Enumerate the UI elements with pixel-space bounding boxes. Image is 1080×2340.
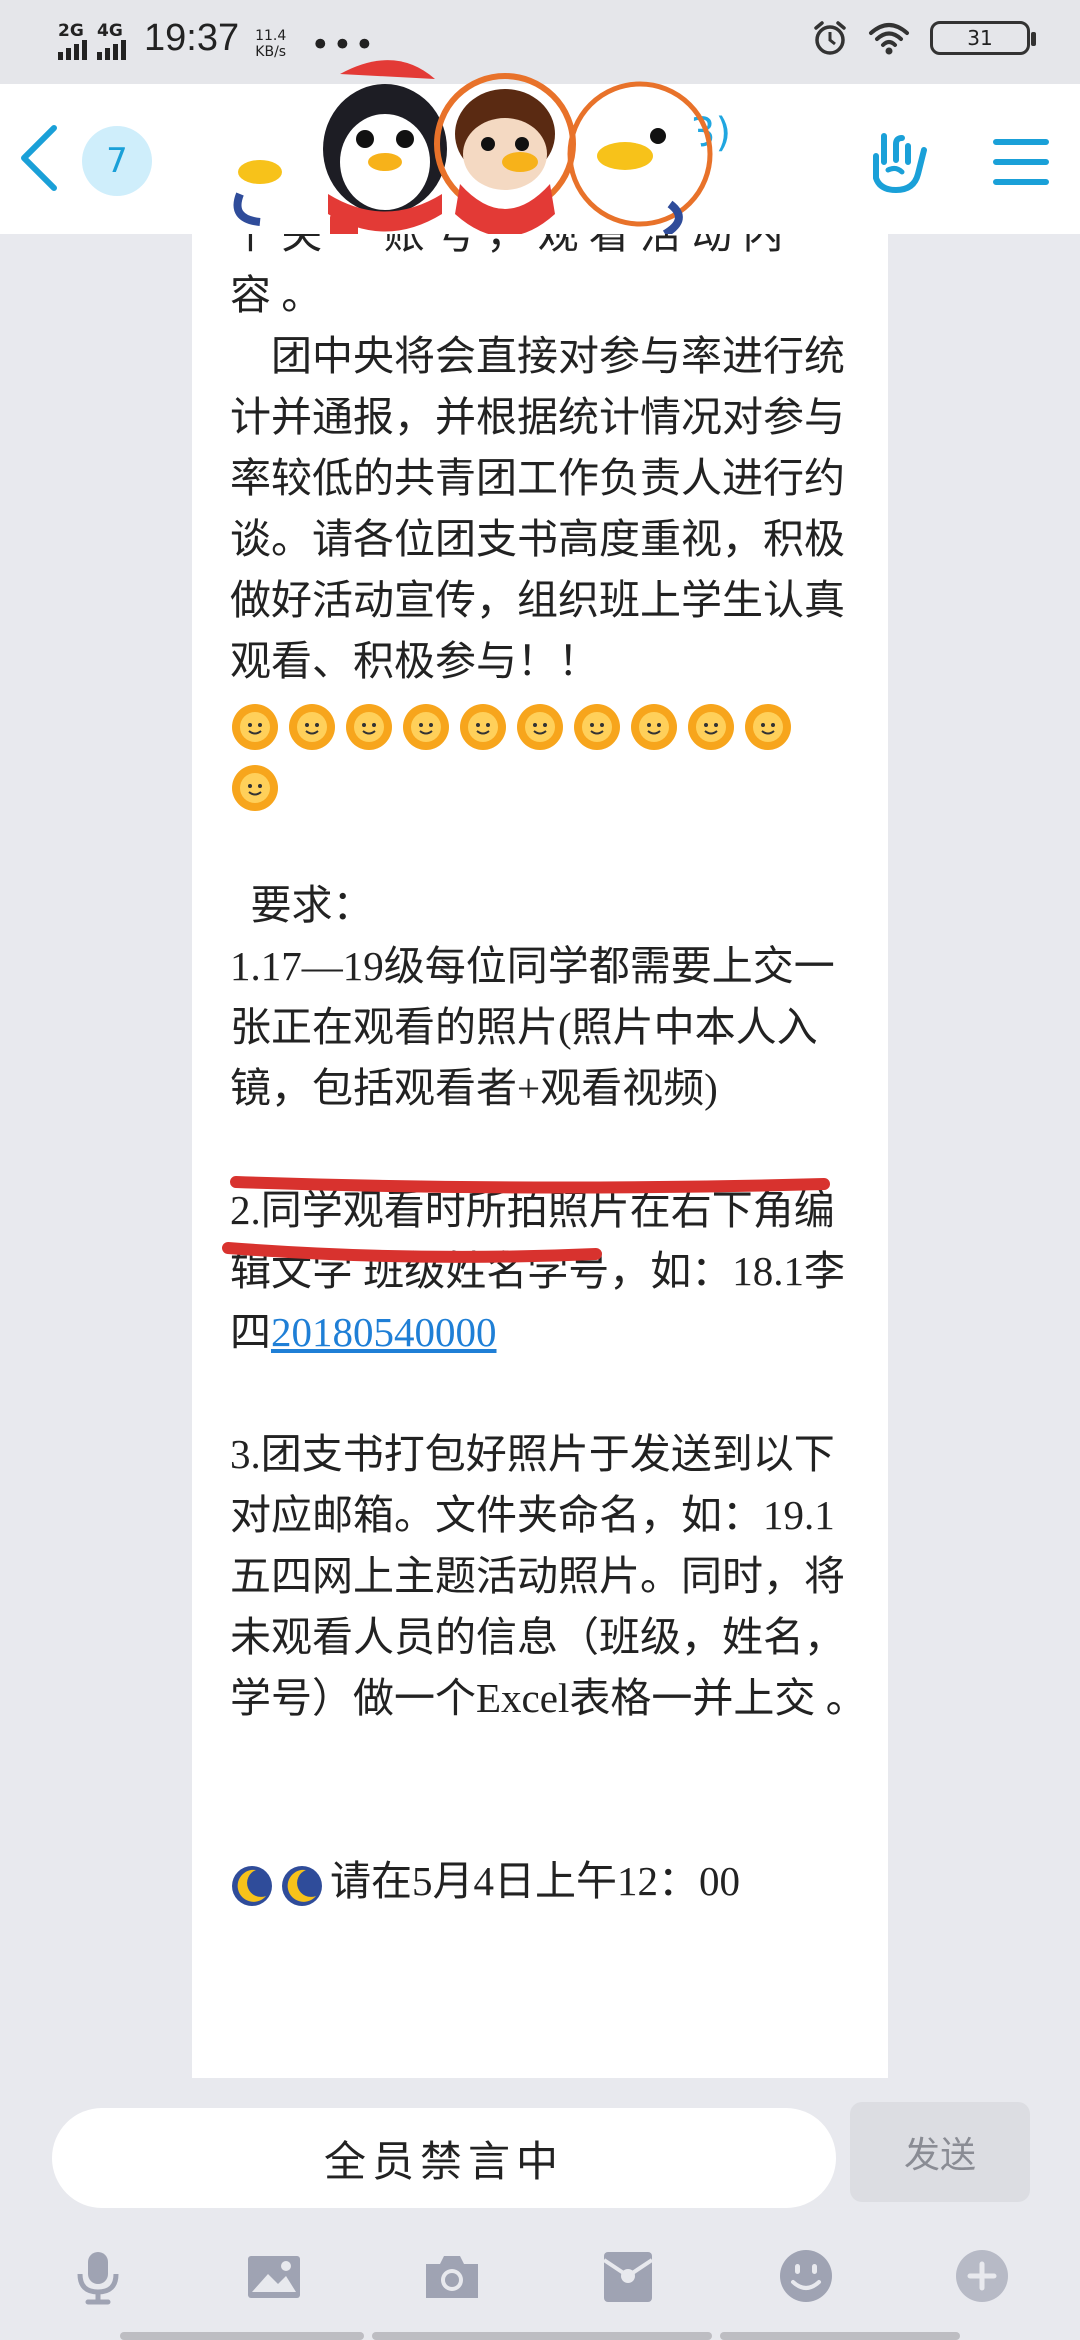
- sun-emoji-icon: [631, 703, 677, 750]
- sun-emoji-icon: [289, 703, 335, 750]
- signal-bars-1-icon: [58, 40, 87, 60]
- message-content: 个 关 一 账 号 ， 观 看 活 动 内 容 。 团中央将会直接对参与率进行统…: [230, 234, 870, 1912]
- network-indicator-1: 2G: [58, 22, 87, 60]
- sun-emoji-icon: [688, 703, 734, 750]
- network-speed-value: 11.4: [255, 28, 287, 44]
- sun-emoji-icon: [403, 703, 449, 750]
- network-label-1: 2G: [58, 21, 84, 41]
- microphone-icon[interactable]: [68, 2246, 128, 2306]
- status-right: 31: [812, 20, 1036, 56]
- unread-count-badge[interactable]: 7: [82, 126, 152, 196]
- image-icon[interactable]: [244, 2246, 304, 2306]
- requirement-3: 3.团支书打包好照片于发送到以下对应邮箱。文件夹命名，如：19.1五四网上主题活…: [230, 1431, 867, 1721]
- plus-icon[interactable]: [952, 2246, 1012, 2306]
- sun-emoji-icon: [574, 703, 620, 750]
- sun-emoji-icon: [232, 703, 278, 750]
- message-paragraph-1: 团中央将会直接对参与率进行统计并通报，并根据统计情况对参与率较低的共青团工作负责…: [230, 333, 845, 684]
- sun-emoji-icon: [517, 703, 563, 750]
- red-packet-icon[interactable]: [598, 2246, 658, 2306]
- back-arrow-icon[interactable]: [14, 122, 64, 194]
- battery-level: 31: [967, 26, 993, 50]
- camera-icon[interactable]: [422, 2246, 482, 2306]
- input-bar: 全员禁言中 发送: [0, 2078, 1080, 2340]
- requirement-1: 1.17—19级每位同学都需要上交一张正在观看的照片(照片中本人入镜，包括观看者…: [230, 943, 835, 1111]
- sun-emoji-icon: [346, 703, 392, 750]
- sun-emoji-row: [230, 699, 800, 811]
- menu-icon[interactable]: [992, 132, 1050, 192]
- emoji-icon[interactable]: [776, 2246, 836, 2306]
- sun-emoji-icon: [232, 764, 278, 811]
- sun-emoji-icon: [460, 703, 506, 750]
- chat-header: 7 3): [0, 60, 1080, 248]
- message-last-line: 请在5月4日上午12：00: [330, 1858, 740, 1904]
- network-label-2: 4G: [97, 21, 123, 41]
- sun-emoji-icon: [745, 703, 791, 750]
- student-id-link[interactable]: 20180540000: [271, 1309, 497, 1355]
- signal-bars-2-icon: [97, 40, 126, 60]
- moon-emoji-icon: [232, 1865, 272, 1906]
- hand-gesture-icon[interactable]: [862, 126, 932, 196]
- alarm-icon: [814, 21, 846, 55]
- network-indicator-2: 4G: [97, 22, 126, 60]
- gesture-bar-left: [120, 2332, 364, 2340]
- send-button[interactable]: 发送: [850, 2102, 1030, 2202]
- gesture-bar-center: [372, 2332, 712, 2340]
- wifi-icon: [869, 23, 909, 55]
- red-underline-mark: [222, 1242, 602, 1263]
- requirements-title: 要求：: [230, 882, 374, 928]
- gesture-bar-right: [720, 2332, 960, 2340]
- red-underline-mark: [230, 1176, 830, 1194]
- message-bubble: 个 关 一 账 号 ， 观 看 活 动 内 容 。 团中央将会直接对参与率进行统…: [192, 234, 888, 2078]
- moon-emoji-icon: [282, 1865, 322, 1906]
- battery-icon: 31: [930, 21, 1036, 55]
- muted-notice: 全员禁言中: [52, 2108, 836, 2208]
- penguin-mascots-banner: [220, 60, 713, 248]
- message-line-top: 个 关 一 账 号 ， 观 看 活 动 内 容 。: [230, 234, 784, 318]
